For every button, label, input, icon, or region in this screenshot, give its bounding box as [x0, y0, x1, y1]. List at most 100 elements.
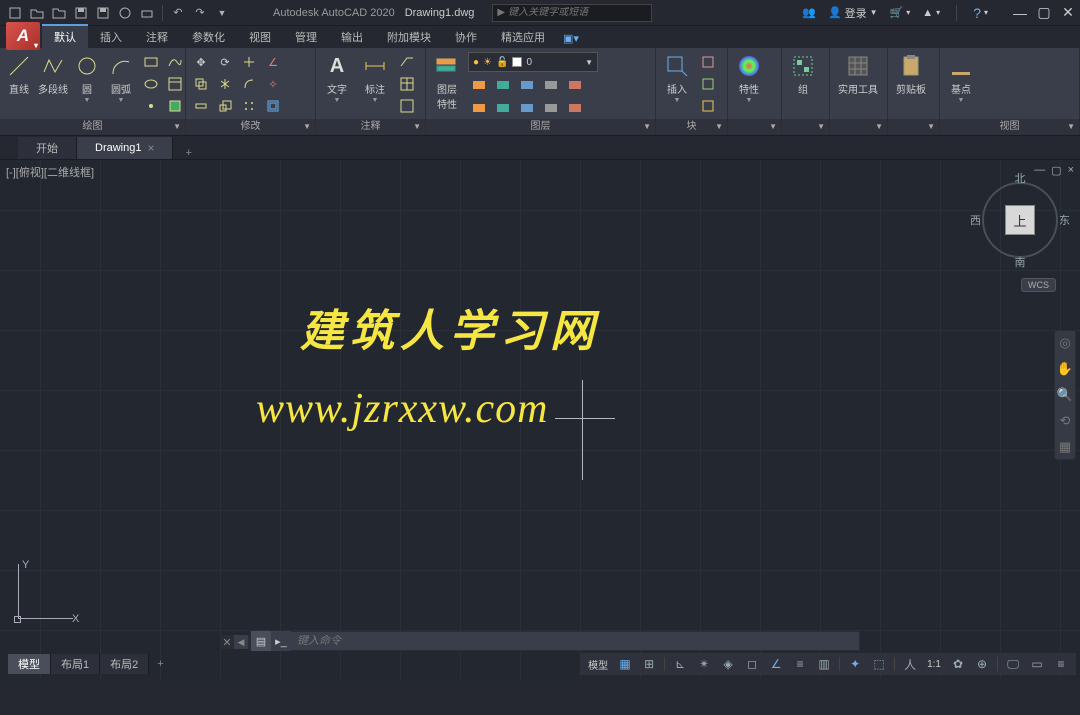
add-tab-button[interactable]: + [173, 147, 203, 159]
layer-unlock-icon[interactable] [516, 98, 538, 118]
panel-title-utils[interactable]: ▼ [830, 119, 887, 135]
panel-title-layers[interactable]: 图层▼ [426, 119, 655, 135]
spline-icon[interactable] [164, 52, 186, 72]
table-icon[interactable] [396, 74, 418, 94]
viewcube-east[interactable]: 东 [1059, 212, 1070, 228]
status-osnap-icon[interactable]: ◻ [741, 654, 763, 674]
close-button[interactable]: ✕ [1060, 5, 1076, 21]
rect-icon[interactable] [140, 52, 162, 72]
properties-button[interactable]: 特性▼ [732, 50, 766, 104]
nav-zoom-icon[interactable]: 🔍 [1057, 387, 1073, 403]
menu-tab-addins[interactable]: 附加模块 [375, 26, 443, 48]
status-isodraft-icon[interactable]: ◈ [717, 654, 739, 674]
status-model-label[interactable]: 模型 [584, 657, 612, 672]
menu-tab-collab[interactable]: 协作 [443, 26, 489, 48]
layout-add-button[interactable]: + [149, 656, 171, 672]
layer-iso-icon[interactable] [468, 75, 490, 95]
app-logo[interactable]: A [6, 22, 40, 50]
nav-wheel-icon[interactable]: ◎ [1059, 335, 1070, 351]
block-attr-icon[interactable] [698, 96, 720, 116]
save-icon[interactable] [73, 5, 89, 21]
ellipse-icon[interactable] [140, 74, 162, 94]
status-gear-icon[interactable]: ✿ [947, 654, 969, 674]
share-icon[interactable]: 👥 [802, 6, 816, 19]
layer-lock-icon[interactable] [516, 75, 538, 95]
status-annotation-icon[interactable]: 人 [899, 654, 921, 674]
layer-match-icon[interactable] [564, 75, 586, 95]
redo-icon[interactable]: ↷ [192, 5, 208, 21]
layer-selector[interactable]: ● ☀ 🔓 0 ▼ [468, 52, 598, 72]
command-icon[interactable]: ▤ [251, 631, 271, 651]
leader-icon[interactable] [396, 52, 418, 72]
status-grid-icon[interactable]: ▦ [614, 654, 636, 674]
layer-state-icon[interactable] [564, 98, 586, 118]
new-icon[interactable] [7, 5, 23, 21]
clipboard-button[interactable]: 剪贴板 [892, 50, 930, 96]
layout-tab-2[interactable]: 布局2 [100, 654, 149, 674]
layer-uniso-icon[interactable] [468, 98, 490, 118]
open-icon[interactable] [29, 5, 45, 21]
status-selection-icon[interactable]: ⬚ [868, 654, 890, 674]
region-icon[interactable] [164, 96, 186, 116]
block-edit-icon[interactable] [698, 74, 720, 94]
status-snap-icon[interactable]: ⊞ [638, 654, 660, 674]
status-scale[interactable]: 1:1 [923, 659, 945, 670]
viewport-close-icon[interactable]: × [1068, 164, 1074, 177]
line-button[interactable]: 直线 [4, 50, 34, 96]
status-switch-icon[interactable]: 🖵 [1002, 654, 1024, 674]
status-dyn-icon[interactable]: ✦ [844, 654, 866, 674]
stretch-icon[interactable] [190, 96, 212, 116]
viewcube-north[interactable]: 北 [1015, 170, 1026, 186]
maximize-button[interactable]: ▢ [1036, 5, 1052, 21]
panel-title-view[interactable]: 视图▼ [940, 119, 1079, 135]
menu-tab-manage[interactable]: 管理 [283, 26, 329, 48]
search-input[interactable] [508, 7, 647, 18]
menu-tab-output[interactable]: 输出 [329, 26, 375, 48]
fillet-icon[interactable] [238, 74, 260, 94]
help-icon[interactable]: ?▾ [973, 5, 988, 21]
explode-icon[interactable]: ✧ [262, 74, 284, 94]
plot-icon[interactable] [139, 5, 155, 21]
layer-off-icon[interactable] [540, 75, 562, 95]
layer-freeze-icon[interactable] [492, 75, 514, 95]
mirror-icon[interactable] [214, 74, 236, 94]
point-icon[interactable] [140, 96, 162, 116]
group-button[interactable]: 组 [786, 50, 820, 96]
layer-thaw-icon[interactable] [492, 98, 514, 118]
panel-title-clipboard[interactable]: ▼ [888, 119, 939, 135]
undo-icon[interactable]: ↶ [170, 5, 186, 21]
search-box[interactable]: ▶ [492, 4, 652, 22]
close-icon[interactable]: × [147, 141, 154, 155]
nav-pan-icon[interactable]: ✋ [1057, 361, 1073, 377]
file-tab-drawing[interactable]: Drawing1× [77, 137, 173, 159]
rotate-icon[interactable]: ⟳ [214, 52, 236, 72]
array-icon[interactable] [238, 96, 260, 116]
viewcube[interactable]: 上 北 南 东 西 [982, 182, 1058, 258]
mtext-icon[interactable] [396, 96, 418, 116]
dimension-button[interactable]: 标注▼ [358, 50, 392, 104]
scroll-left-icon[interactable]: ◀ [234, 635, 248, 649]
menu-tab-parametric[interactable]: 参数化 [180, 26, 237, 48]
nav-showmotion-icon[interactable]: ▦ [1059, 439, 1071, 455]
offset-icon[interactable] [262, 96, 284, 116]
panel-title-annotate[interactable]: 注释▼ [316, 119, 425, 135]
circle-button[interactable]: 圆▼ [72, 50, 102, 104]
command-arrow-icon[interactable]: ▸_ [271, 631, 291, 651]
layer-on-icon[interactable] [540, 98, 562, 118]
web-icon[interactable] [117, 5, 133, 21]
menu-tab-view[interactable]: 视图 [237, 26, 283, 48]
layout-tab-model[interactable]: 模型 [8, 654, 51, 674]
openfolder-icon[interactable] [51, 5, 67, 21]
viewport-label[interactable]: [-][俯视][二维线框] [6, 164, 94, 180]
viewcube-top[interactable]: 上 [1005, 205, 1035, 235]
panel-title-block[interactable]: 块▼ [656, 119, 727, 135]
scale-icon[interactable] [214, 96, 236, 116]
menu-tab-default[interactable]: 默认 [42, 24, 88, 48]
scroll-cancel-icon[interactable]: ✕ [220, 635, 234, 649]
qat-dropdown-icon[interactable]: ▼ [214, 5, 230, 21]
status-lwt-icon[interactable]: ≡ [789, 654, 811, 674]
utilities-button[interactable]: 实用工具 [834, 50, 882, 96]
layout-tab-1[interactable]: 布局1 [51, 654, 100, 674]
menu-tab-featured[interactable]: 精选应用 [489, 26, 557, 48]
command-input[interactable] [291, 635, 859, 647]
